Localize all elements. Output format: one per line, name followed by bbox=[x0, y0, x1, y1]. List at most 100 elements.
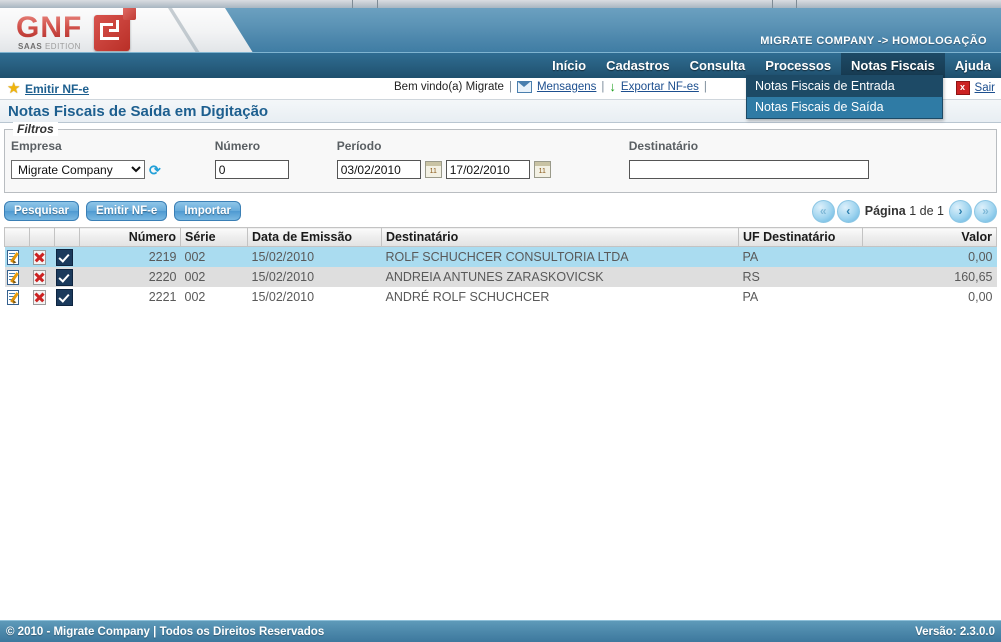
cell-data-emissao: 15/02/2010 bbox=[247, 267, 382, 287]
delete-icon[interactable] bbox=[31, 289, 47, 305]
company-context-label: MIGRATE COMPANY -> HOMOLOGAÇÃO bbox=[760, 35, 987, 47]
edit-icon[interactable] bbox=[6, 269, 22, 285]
cell-destinatario: ROLF SCHUCHCER CONSULTORIA LTDA bbox=[381, 246, 739, 267]
pagination-prev-button[interactable]: ‹ bbox=[836, 199, 860, 223]
refresh-icon[interactable]: ⟳ bbox=[149, 163, 161, 177]
table-row[interactable]: 2220 002 15/02/2010 ANDREIA ANTUNES ZARA… bbox=[4, 267, 997, 287]
menu-item-ajuda[interactable]: Ajuda bbox=[945, 53, 1001, 78]
cell-data-emissao: 15/02/2010 bbox=[247, 246, 382, 267]
pagination-current: 1 bbox=[909, 204, 917, 218]
numero-input[interactable] bbox=[214, 160, 289, 179]
check-icon[interactable] bbox=[55, 268, 73, 286]
cell-valor: 160,65 bbox=[862, 267, 997, 287]
tab-notch bbox=[796, 0, 797, 8]
pagination-last-button[interactable]: » bbox=[974, 199, 997, 223]
delete-icon[interactable] bbox=[31, 249, 47, 265]
destinatario-field-group: Destinatário bbox=[628, 139, 869, 179]
pagination-next-button[interactable]: › bbox=[949, 199, 972, 223]
star-icon: ★ bbox=[7, 79, 21, 97]
menu-item-inicio[interactable]: Início bbox=[542, 53, 596, 78]
pagination-label: Página 1 de 1 bbox=[865, 204, 944, 218]
numero-label: Número bbox=[214, 139, 261, 153]
table-body: 2219 002 15/02/2010 ROLF SCHUCHCER CONSU… bbox=[4, 246, 997, 307]
row-delete-cell[interactable] bbox=[29, 267, 55, 287]
cell-data-emissao: 15/02/2010 bbox=[247, 287, 382, 307]
periodo-to-input[interactable] bbox=[445, 160, 530, 179]
check-icon[interactable] bbox=[55, 288, 73, 306]
separator: | bbox=[508, 81, 512, 93]
importar-button[interactable]: Importar bbox=[174, 201, 241, 221]
mensagens-link[interactable]: Mensagens bbox=[537, 81, 596, 93]
delete-icon[interactable] bbox=[31, 269, 47, 285]
pagination-total: 1 bbox=[937, 204, 944, 218]
cell-valor: 0,00 bbox=[862, 246, 997, 267]
pagination-label-text: Página bbox=[864, 204, 906, 218]
pagination-first-button[interactable]: « bbox=[811, 199, 835, 223]
destinatario-input[interactable] bbox=[628, 160, 869, 179]
menu-item-cadastros[interactable]: Cadastros bbox=[596, 53, 680, 78]
app-logo[interactable]: GNF SAAS EDITION bbox=[16, 8, 161, 51]
separator: | bbox=[703, 81, 707, 93]
empresa-select[interactable]: Migrate Company bbox=[11, 160, 145, 179]
cell-destinatario: ANDREIA ANTUNES ZARASKOVICSK bbox=[381, 267, 739, 287]
pesquisar-button[interactable]: Pesquisar bbox=[4, 201, 79, 221]
column-header-valor[interactable]: Valor bbox=[862, 227, 997, 247]
menu-item-consulta[interactable]: Consulta bbox=[680, 53, 756, 78]
emitir-nfe-link[interactable]: Emitir NF-e bbox=[25, 82, 89, 96]
numero-field-group: Número bbox=[214, 139, 289, 179]
row-delete-cell[interactable] bbox=[29, 287, 55, 307]
tab-notch bbox=[377, 0, 378, 8]
row-edit-cell[interactable] bbox=[4, 287, 30, 307]
column-header-serie[interactable]: Série bbox=[180, 227, 248, 247]
row-delete-cell[interactable] bbox=[29, 246, 55, 267]
calendar-icon[interactable]: 11 bbox=[424, 161, 442, 178]
logo-tagline-bold: SAAS bbox=[18, 42, 43, 51]
dropdown-item-notas-fiscais-saida[interactable]: Notas Fiscais de Saída bbox=[747, 97, 942, 118]
empresa-label: Empresa bbox=[11, 139, 62, 153]
column-header-data[interactable]: Data de Emissão bbox=[247, 227, 382, 247]
sair-link[interactable]: Sair bbox=[975, 82, 995, 94]
column-header-uf[interactable]: UF Destinatário bbox=[738, 227, 863, 247]
row-confirm-cell[interactable] bbox=[54, 287, 80, 307]
logo-corner-square-icon bbox=[123, 8, 136, 20]
welcome-text: Bem vindo(a) Migrate bbox=[394, 81, 504, 93]
notas-fiscais-table: Número Série Data de Emissão Destinatári… bbox=[4, 227, 997, 307]
emitir-nfe-button[interactable]: Emitir NF-e bbox=[85, 201, 168, 221]
table-row[interactable]: 2219 002 15/02/2010 ROLF SCHUCHCER CONSU… bbox=[4, 246, 997, 267]
cell-uf: PA bbox=[738, 246, 863, 267]
table-header: Número Série Data de Emissão Destinatári… bbox=[4, 227, 997, 247]
logo-e-badge-icon bbox=[94, 15, 130, 51]
cell-serie: 002 bbox=[180, 287, 248, 307]
periodo-from-input[interactable] bbox=[336, 160, 421, 179]
row-edit-cell[interactable] bbox=[4, 246, 30, 267]
tab-notch bbox=[772, 0, 773, 8]
edit-icon[interactable] bbox=[6, 249, 22, 265]
column-header-edit[interactable] bbox=[4, 227, 30, 247]
periodo-field-group: Período 11 11 bbox=[336, 139, 551, 179]
cell-uf: PA bbox=[738, 287, 863, 307]
row-confirm-cell[interactable] bbox=[54, 267, 80, 287]
row-edit-cell[interactable] bbox=[4, 267, 30, 287]
footer-version: Versão: 2.3.0.0 bbox=[915, 625, 995, 638]
column-header-check[interactable] bbox=[54, 227, 80, 247]
cell-valor: 0,00 bbox=[862, 287, 997, 307]
browser-top-strip bbox=[0, 0, 1001, 8]
exportar-nfes-link[interactable]: Exportar NF-es bbox=[621, 81, 699, 93]
row-confirm-cell[interactable] bbox=[54, 246, 80, 267]
cell-numero: 2221 bbox=[79, 287, 181, 307]
check-icon[interactable] bbox=[55, 248, 73, 266]
notas-fiscais-dropdown: Notas Fiscais de Entrada Notas Fiscais d… bbox=[746, 75, 943, 119]
edit-icon[interactable] bbox=[6, 289, 22, 305]
cell-serie: 002 bbox=[180, 267, 248, 287]
dropdown-item-notas-fiscais-entrada[interactable]: Notas Fiscais de Entrada bbox=[747, 76, 942, 97]
periodo-label: Período bbox=[336, 139, 382, 153]
cell-uf: RS bbox=[738, 267, 863, 287]
table-row[interactable]: 2221 002 15/02/2010 ANDRÉ ROLF SCHUCHCER… bbox=[4, 287, 997, 307]
logo-tagline: SAAS EDITION bbox=[18, 42, 81, 51]
emitir-nfe-shortcut[interactable]: ★ Emitir NF-e bbox=[7, 79, 89, 97]
column-header-destinatario[interactable]: Destinatário bbox=[381, 227, 739, 247]
calendar-icon[interactable]: 11 bbox=[533, 161, 551, 178]
column-header-numero[interactable]: Número bbox=[79, 227, 181, 247]
column-header-delete[interactable] bbox=[29, 227, 55, 247]
logout-area: x Sair bbox=[955, 81, 995, 95]
